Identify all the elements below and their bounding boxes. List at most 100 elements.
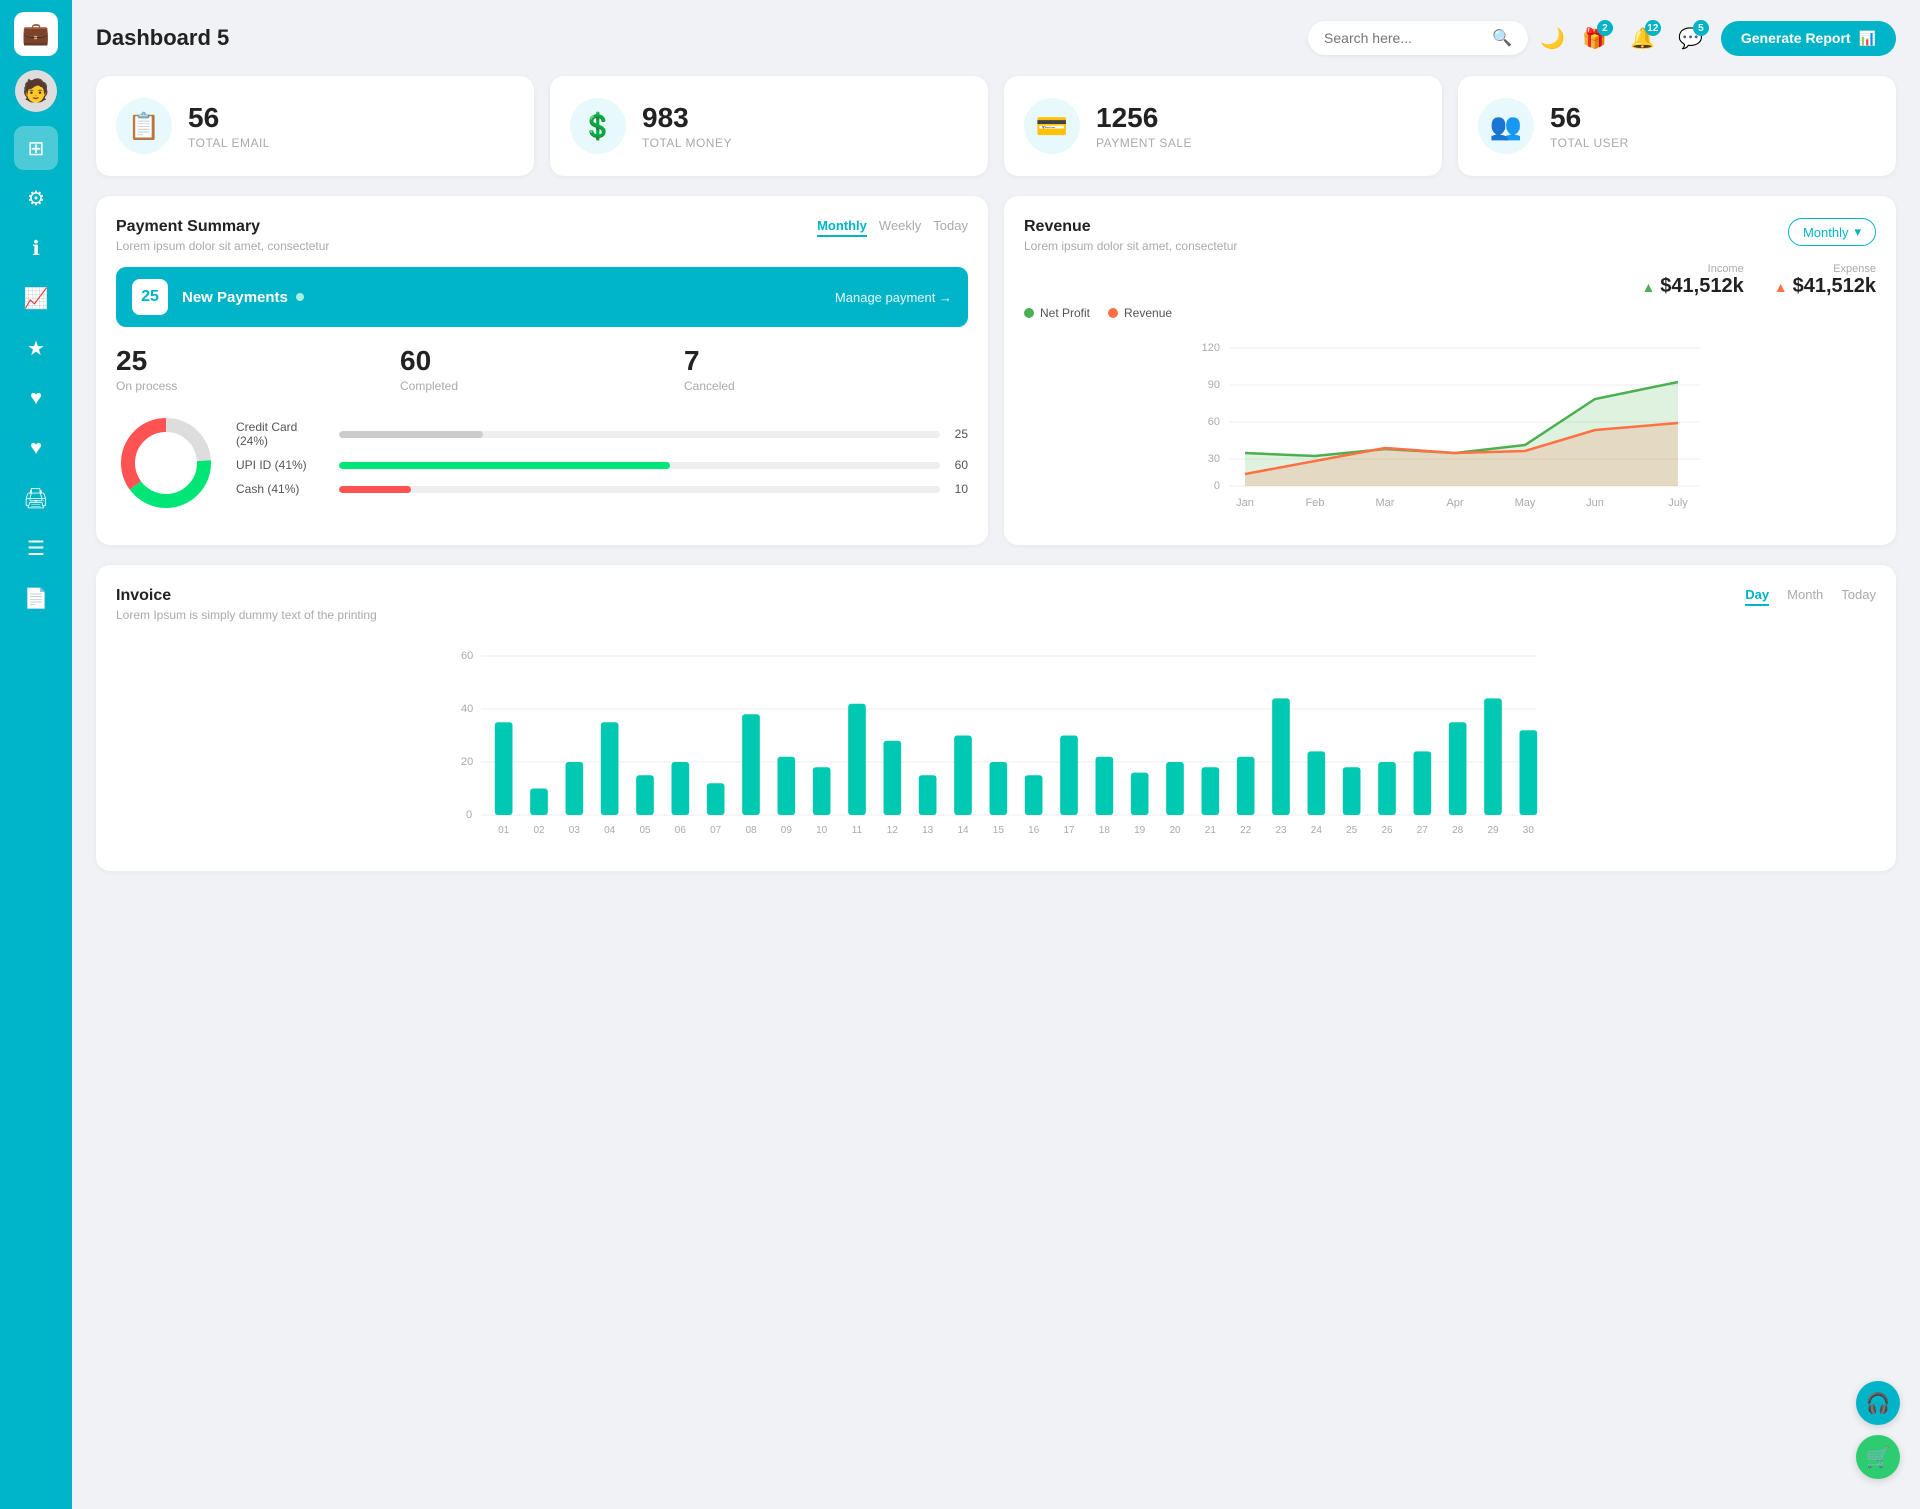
bar-23	[1272, 698, 1290, 815]
bar-10	[813, 767, 831, 815]
tab-today[interactable]: Today	[933, 218, 968, 237]
bar-label-25: 25	[1346, 825, 1358, 836]
bar-27	[1414, 751, 1432, 815]
cart-icon: 🛒	[1866, 1445, 1891, 1470]
sidebar-item-star[interactable]: ★	[14, 326, 58, 370]
list-icon: 📄	[24, 586, 49, 611]
svg-text:0: 0	[466, 809, 472, 821]
invoice-tab-today[interactable]: Today	[1841, 587, 1876, 606]
star-icon: ★	[27, 336, 45, 361]
bar-label-18: 18	[1099, 825, 1111, 836]
bar-label-17: 17	[1063, 825, 1075, 836]
chat-badge: 5	[1693, 20, 1709, 36]
new-payments-text: New Payments	[182, 289, 288, 306]
svg-text:Feb: Feb	[1306, 497, 1325, 509]
sidebar-logo[interactable]: 💼	[14, 12, 58, 56]
invoice-tab-month[interactable]: Month	[1787, 587, 1823, 606]
page-header: Dashboard 5 🔍 🌙 🎁 2 🔔 12 💬 5 Generate Re…	[96, 20, 1896, 56]
revenue-chart-wrap: 120 90 60 30 0 Jan Feb Mar Apr May Jun J…	[1024, 328, 1876, 523]
bar-label-26: 26	[1381, 825, 1393, 836]
revenue-monthly-btn[interactable]: Monthly ▾	[1788, 218, 1876, 246]
income-amount: $41,512k	[1660, 275, 1743, 298]
bell-btn[interactable]: 🔔 12	[1625, 20, 1661, 56]
sidebar-item-print[interactable]: 🖨	[14, 476, 58, 520]
invoice-chart-svg: 60 40 20 0 01020304050607080910111213141…	[116, 644, 1876, 844]
legend-revenue: Revenue	[1108, 306, 1172, 320]
legend-net-profit: Net Profit	[1024, 306, 1090, 320]
invoice-card: Invoice Lorem Ipsum is simply dummy text…	[96, 565, 1896, 871]
content-row: Payment Summary Lorem ipsum dolor sit am…	[96, 196, 1896, 545]
bar-13	[919, 775, 937, 815]
sidebar-item-dashboard[interactable]: ⊞	[14, 126, 58, 170]
invoice-bar-chart-wrap: 60 40 20 0 01020304050607080910111213141…	[116, 636, 1876, 849]
bar-30	[1520, 730, 1538, 815]
bar-20	[1166, 762, 1184, 815]
headset-icon: 🎧	[1866, 1391, 1891, 1416]
bar-09	[778, 757, 796, 815]
bar-label-01: 01	[498, 825, 510, 836]
stat-info-email: 56 TOTAL EMAIL	[188, 102, 270, 150]
pb-val-upi: 60	[948, 458, 968, 472]
metric-num-canceled: 7	[684, 345, 968, 377]
wallet-icon: 💼	[22, 21, 49, 47]
stat-label-payment: PAYMENT SALE	[1096, 136, 1192, 150]
bar-02	[530, 789, 548, 816]
float-btn-cart[interactable]: 🛒	[1856, 1435, 1900, 1479]
search-input[interactable]	[1324, 30, 1484, 46]
pb-row-cash: Cash (41%) 10	[236, 482, 968, 496]
bar-label-24: 24	[1311, 825, 1323, 836]
payment-summary-title-group: Payment Summary Lorem ipsum dolor sit am…	[116, 218, 329, 253]
menu-icon: ☰	[27, 536, 45, 561]
sidebar-item-heart2[interactable]: ♥	[14, 426, 58, 470]
generate-report-button[interactable]: Generate Report 📊	[1721, 21, 1896, 56]
invoice-title: Invoice	[116, 587, 377, 605]
stat-card-user: 👥 56 TOTAL USER	[1458, 76, 1896, 176]
float-buttons: 🎧 🛒	[1856, 1381, 1900, 1479]
svg-text:60: 60	[461, 650, 473, 662]
income-arrow-icon: ▲	[1641, 279, 1655, 295]
stat-info-user: 56 TOTAL USER	[1550, 102, 1629, 150]
search-icon[interactable]: 🔍	[1492, 28, 1512, 48]
bar-label-13: 13	[922, 825, 934, 836]
sidebar-item-info[interactable]: ℹ	[14, 226, 58, 270]
stat-num-money: 983	[642, 102, 732, 134]
stat-icon-money: 💲	[570, 98, 626, 154]
svg-text:Mar: Mar	[1376, 497, 1395, 509]
stat-card-email: 📋 56 TOTAL EMAIL	[96, 76, 534, 176]
bar-label-04: 04	[604, 825, 616, 836]
theme-toggle-icon[interactable]: 🌙	[1540, 26, 1565, 51]
metric-canceled: 7 Canceled	[684, 345, 968, 393]
sidebar-item-list[interactable]: 📄	[14, 576, 58, 620]
sidebar-item-menu[interactable]: ☰	[14, 526, 58, 570]
gift-btn[interactable]: 🎁 2	[1577, 20, 1613, 56]
bar-04	[601, 722, 619, 815]
bar-label-02: 02	[533, 825, 545, 836]
svg-text:0: 0	[1214, 480, 1220, 492]
user-avatar[interactable]: 🧑	[15, 70, 57, 112]
main-content: Dashboard 5 🔍 🌙 🎁 2 🔔 12 💬 5 Generate Re…	[72, 0, 1920, 1509]
chat-btn[interactable]: 💬 5	[1673, 20, 1709, 56]
float-btn-headset[interactable]: 🎧	[1856, 1381, 1900, 1425]
sidebar-item-chart[interactable]: 📈	[14, 276, 58, 320]
revenue-title-group: Revenue Lorem ipsum dolor sit amet, cons…	[1024, 218, 1237, 253]
tab-weekly[interactable]: Weekly	[879, 218, 921, 237]
sidebar-item-heart1[interactable]: ♥	[14, 376, 58, 420]
tab-monthly[interactable]: Monthly	[817, 218, 867, 237]
payment-summary-card: Payment Summary Lorem ipsum dolor sit am…	[96, 196, 988, 545]
svg-text:Apr: Apr	[1446, 497, 1463, 509]
bell-badge: 12	[1645, 20, 1661, 36]
bar-18	[1096, 757, 1114, 815]
svg-text:120: 120	[1202, 342, 1220, 354]
manage-payment-link[interactable]: Manage payment →	[835, 290, 952, 305]
bar-label-27: 27	[1417, 825, 1429, 836]
donut-chart	[116, 413, 216, 513]
stat-info-money: 983 TOTAL MONEY	[642, 102, 732, 150]
invoice-tab-day[interactable]: Day	[1745, 587, 1769, 606]
sidebar-item-settings[interactable]: ⚙	[14, 176, 58, 220]
dashboard-icon: ⊞	[28, 136, 45, 161]
payment-summary-title: Payment Summary	[116, 218, 329, 236]
stats-row: 📋 56 TOTAL EMAIL 💲 983 TOTAL MONEY 💳 125…	[96, 76, 1896, 176]
pb-fill-cash	[339, 486, 411, 493]
income-label: Income	[1641, 263, 1743, 275]
metric-num-onprocess: 25	[116, 345, 400, 377]
